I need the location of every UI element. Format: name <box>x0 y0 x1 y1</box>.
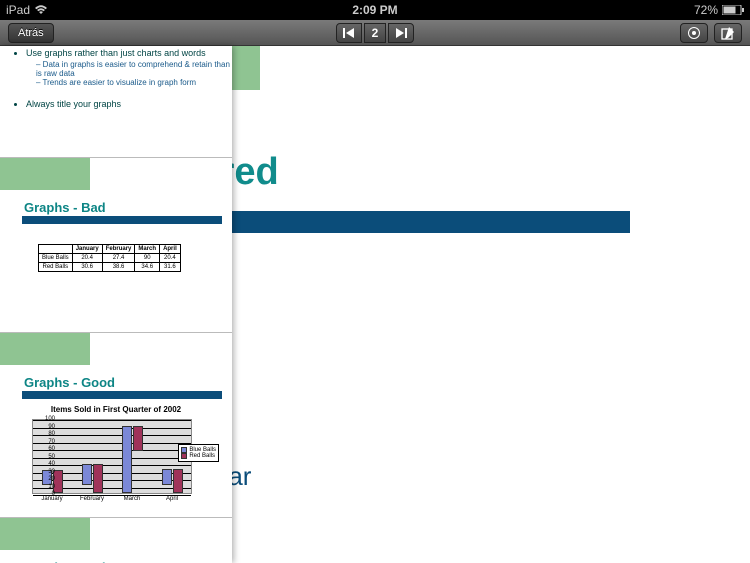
thumb-title: Graphs - Bad <box>24 200 106 215</box>
title-bar <box>22 391 222 399</box>
slide-accent-block <box>0 158 90 190</box>
wifi-icon <box>34 5 48 15</box>
slide-thumbnail[interactable]: Graphs - Bad <box>0 518 232 563</box>
chart-title: Items Sold in First Quarter of 2002 <box>0 405 232 414</box>
back-button[interactable]: Atrás <box>8 23 54 43</box>
title-bar <box>22 216 222 224</box>
compose-button[interactable] <box>714 23 742 43</box>
bullet-text: Use graphs rather than just charts and w… <box>26 48 232 58</box>
next-slide-button[interactable] <box>388 23 414 43</box>
toolbar: Atrás 2 <box>0 20 750 46</box>
slide-thumbnail[interactable]: Use graphs rather than just charts and w… <box>0 46 232 158</box>
slide-thumbnail[interactable]: Graphs - Good Items Sold in First Quarte… <box>0 333 232 518</box>
battery-label: 72% <box>694 3 718 17</box>
status-bar: iPad 2:09 PM 72% <box>0 0 750 20</box>
bullet-text: Always title your graphs <box>26 99 232 109</box>
chart-legend: Blue Balls Red Balls <box>178 444 219 462</box>
thumb-title: Graphs - Good <box>24 375 115 390</box>
help-button[interactable] <box>680 23 708 43</box>
bullet-text: Trends are easier to visualize in graph … <box>36 78 232 87</box>
bar-chart: Blue Balls Red Balls 0102030405060708090… <box>14 419 219 509</box>
device-label: iPad <box>6 3 30 17</box>
prev-slide-button[interactable] <box>336 23 362 43</box>
bullet-text: Data in graphs is easier to comprehend &… <box>36 60 232 78</box>
slide-accent-block <box>0 333 90 365</box>
clock: 2:09 PM <box>352 3 397 17</box>
battery-icon <box>722 5 744 15</box>
thumbnails-sidebar[interactable]: Use graphs rather than just charts and w… <box>0 46 232 563</box>
page-number: 2 <box>364 23 386 43</box>
data-table: January February March April Blue Balls … <box>38 244 181 272</box>
slide-accent-block <box>0 518 90 550</box>
slide-thumbnail[interactable]: Graphs - Bad January February March Apri… <box>0 158 232 333</box>
